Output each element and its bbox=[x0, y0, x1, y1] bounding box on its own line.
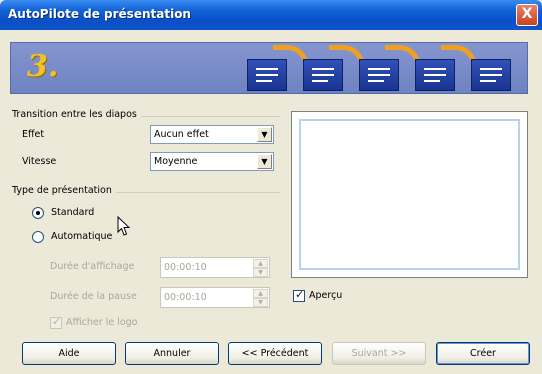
preview-label[interactable]: Aperçu bbox=[309, 290, 342, 301]
standard-radio[interactable] bbox=[32, 207, 44, 219]
effect-value: Aucun effet bbox=[154, 129, 209, 140]
effect-dropdown[interactable]: Aucun effet ▼ bbox=[150, 125, 274, 144]
duration-page-spinner: 00:00:10 ▲ ▼ bbox=[160, 257, 270, 278]
previous-button[interactable]: << Précédent bbox=[228, 342, 322, 365]
duration-pause-label: Durée de la pause bbox=[50, 291, 137, 302]
step-number: 3. bbox=[27, 49, 59, 84]
spin-up-icon: ▲ bbox=[253, 289, 268, 298]
close-button[interactable]: X bbox=[516, 4, 538, 26]
spin-up-icon: ▲ bbox=[253, 259, 268, 268]
window-title: AutoPilote de présentation bbox=[8, 7, 191, 21]
presentation-type-group-label: Type de présentation bbox=[12, 185, 116, 196]
wizard-banner: 3. bbox=[10, 42, 528, 94]
help-button[interactable]: Aide bbox=[22, 342, 116, 365]
automatic-label[interactable]: Automatique bbox=[51, 231, 112, 242]
chevron-down-icon[interactable]: ▼ bbox=[257, 154, 272, 169]
spin-down-icon: ▼ bbox=[253, 298, 268, 307]
mouse-cursor-icon bbox=[117, 216, 131, 236]
show-logo-label: Afficher le logo bbox=[66, 317, 138, 328]
speed-label: Vitesse bbox=[22, 156, 57, 167]
title-bar: AutoPilote de présentation X bbox=[0, 0, 542, 30]
duration-pause-value: 00:00:10 bbox=[164, 292, 207, 303]
create-button[interactable]: Créer bbox=[436, 342, 530, 365]
spin-down-icon: ▼ bbox=[253, 268, 268, 277]
duration-pause-spinner: 00:00:10 ▲ ▼ bbox=[160, 287, 270, 308]
preview-checkbox[interactable]: ✓ bbox=[293, 288, 305, 302]
speed-dropdown[interactable]: Moyenne ▼ bbox=[150, 152, 274, 171]
duration-page-value: 00:00:10 bbox=[164, 262, 207, 273]
duration-page-label: Durée d'affichage bbox=[50, 261, 135, 272]
next-button: Suivant >> bbox=[332, 342, 426, 365]
transition-group-label: Transition entre les diapos bbox=[12, 109, 141, 120]
show-logo-checkbox: ✓ bbox=[50, 315, 62, 329]
close-icon: X bbox=[521, 6, 533, 22]
standard-label[interactable]: Standard bbox=[51, 207, 94, 218]
effect-label: Effet bbox=[22, 129, 45, 140]
automatic-radio[interactable] bbox=[32, 231, 44, 243]
document-icon bbox=[471, 59, 511, 91]
chevron-down-icon[interactable]: ▼ bbox=[257, 127, 272, 142]
cancel-button[interactable]: Annuler bbox=[125, 342, 219, 365]
speed-value: Moyenne bbox=[154, 156, 198, 167]
preview-pane bbox=[291, 111, 528, 278]
preview-canvas bbox=[299, 119, 520, 270]
